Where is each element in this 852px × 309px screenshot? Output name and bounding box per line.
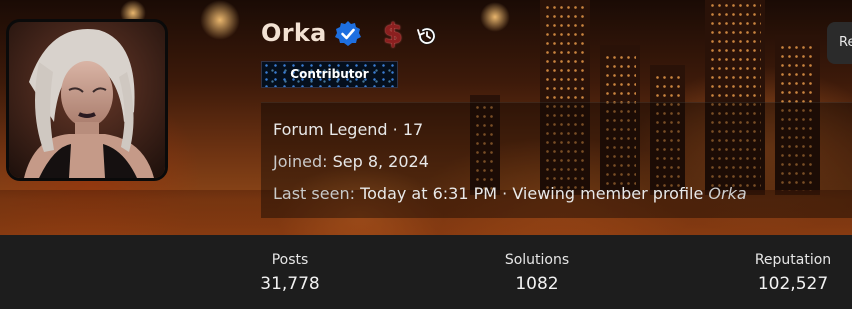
joined-date[interactable]: Sep 8, 2024 xyxy=(333,152,429,171)
banner-light xyxy=(480,2,510,32)
stat-value: 1082 xyxy=(515,274,559,294)
stat-label: Solutions xyxy=(504,252,570,268)
stat-value: 31,778 xyxy=(260,274,320,294)
stat-label: Reputation xyxy=(754,252,832,268)
stat-solutions[interactable]: Solutions 1082 xyxy=(477,252,597,294)
stat-label: Posts xyxy=(271,252,309,268)
avatar-image xyxy=(9,22,165,178)
member-info-box: Forum Legend · 17 Joined: Sep 8, 2024 La… xyxy=(261,102,852,218)
joined-row: Joined: Sep 8, 2024 xyxy=(273,152,429,171)
stat-reputation[interactable]: Reputation 102,527 xyxy=(733,252,852,294)
stats-bar: Posts 31,778 Solutions 1082 Reputation 1… xyxy=(0,235,852,309)
verified-badge-icon[interactable] xyxy=(334,20,362,48)
report-button[interactable]: Re xyxy=(827,22,852,64)
banner-light xyxy=(200,0,240,40)
avatar[interactable] xyxy=(6,19,168,181)
history-icon[interactable] xyxy=(415,24,439,48)
role-badge: Contributor xyxy=(261,61,398,88)
stat-posts[interactable]: Posts 31,778 xyxy=(230,252,350,294)
last-seen-profile-link[interactable]: Orka xyxy=(708,184,746,203)
joined-label: Joined: xyxy=(273,152,328,171)
username: Orka xyxy=(261,19,327,47)
stat-value: 102,527 xyxy=(757,274,829,294)
dollar-icon[interactable]: $ xyxy=(378,18,408,50)
last-seen-activity[interactable]: Today at 6:31 PM · Viewing member profil… xyxy=(360,184,703,203)
last-seen-row: Last seen: Today at 6:31 PM · Viewing me… xyxy=(273,184,747,203)
user-title: Forum Legend · 17 xyxy=(273,120,424,139)
last-seen-label: Last seen: xyxy=(273,184,355,203)
